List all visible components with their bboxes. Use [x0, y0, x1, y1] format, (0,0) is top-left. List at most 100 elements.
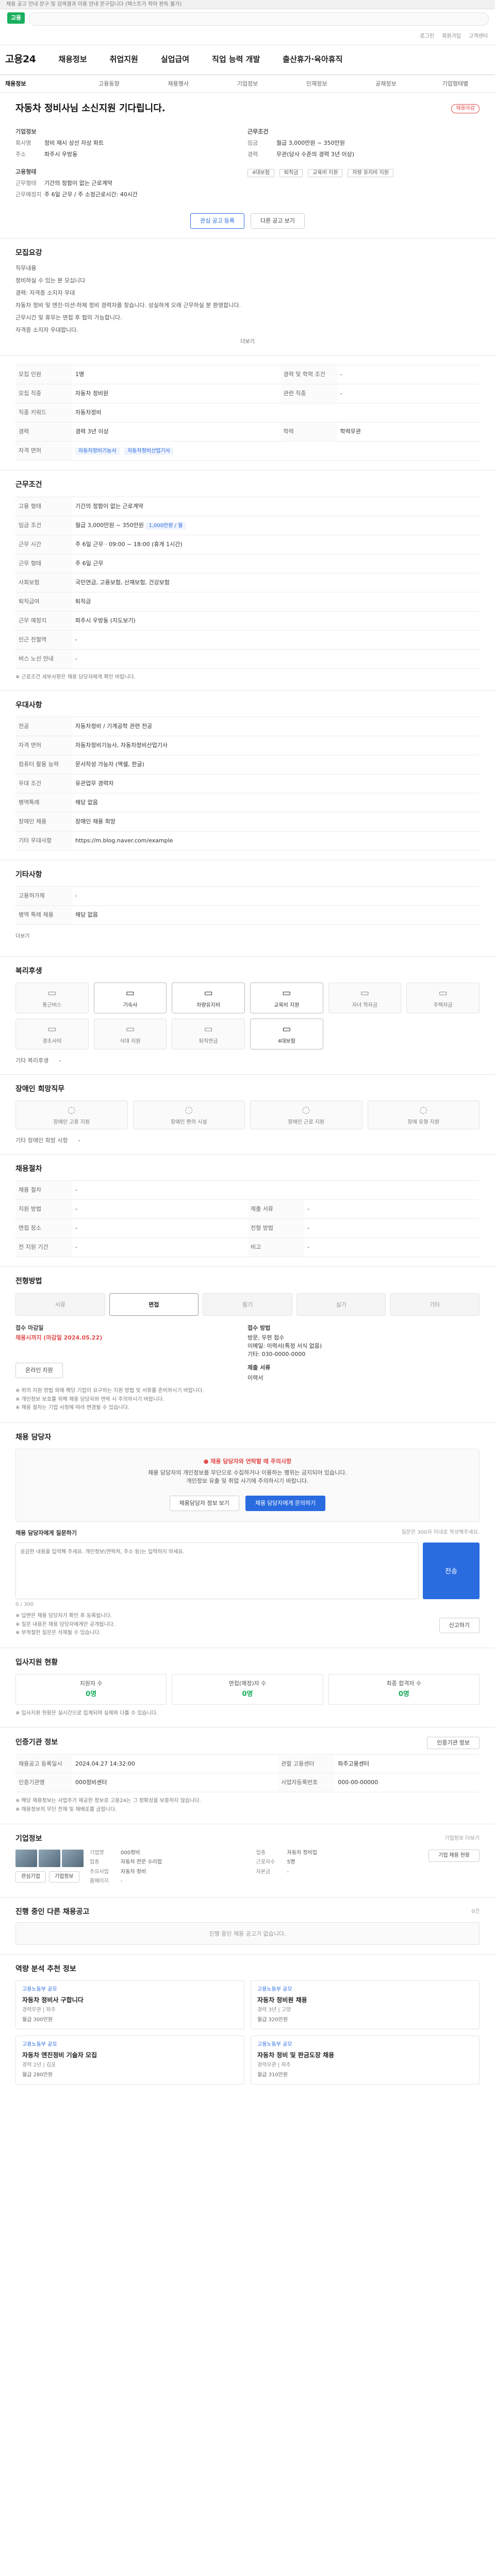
employer-name[interactable]: 정비 재시 상선 자상 파트: [44, 139, 248, 147]
recommend-card[interactable]: 고용노동부 공모 자동차 정비 및 판금도장 채용 경력무관 | 파주 월급 310만…: [251, 2036, 480, 2085]
meta-key: 업종: [90, 1859, 100, 1866]
online-apply-button[interactable]: 온라인 지원: [15, 1363, 63, 1379]
gnb-item-jobs[interactable]: 채용정보: [58, 54, 87, 65]
welfare-item: ▭ 자녀 학자금: [328, 982, 402, 1014]
lnb-item-6[interactable]: 기업형태별: [421, 80, 490, 88]
section-title: 우대사항: [15, 701, 42, 710]
meta-value: 자동차 전문 수리업: [121, 1859, 162, 1866]
apply-tab[interactable]: 필기: [203, 1293, 292, 1316]
login-link[interactable]: 로그인: [420, 33, 434, 39]
status-badge: 채용마감: [451, 104, 480, 114]
book-icon: ▭: [282, 987, 291, 998]
company-photo[interactable]: [39, 1849, 60, 1867]
manage-info-button[interactable]: 인증기관 정보: [427, 1736, 480, 1749]
rec-title[interactable]: 자동차 정비원 채용: [257, 1996, 473, 2005]
stat-row: 지원자 수 0명 면접(예정)자 수 0명 최종 합격자 수 0명: [15, 1674, 480, 1705]
rec-title[interactable]: 자동차 엔진정비 기술자 모집: [22, 2051, 238, 2060]
question-input[interactable]: [15, 1542, 419, 1599]
rec-meta: 경력무관 | 파주: [22, 2007, 56, 2013]
career-value: 무관(당사 수준의 경력 3년 이상): [276, 150, 355, 158]
employment-label: 고용형태: [15, 168, 37, 175]
lnb-item-4[interactable]: 인재정보: [282, 80, 351, 88]
compare-button[interactable]: 다른 공고 보기: [251, 213, 305, 229]
welfare-item: ▭ 경조사비: [15, 1019, 89, 1050]
rec-title[interactable]: 자동차 정비사 구합니다: [22, 1996, 238, 2005]
cell-value: 2024.04.27 14:32:00: [72, 1754, 278, 1773]
disability-label: 장애 유형 지원: [407, 1120, 440, 1126]
cell-value: -: [72, 1238, 248, 1258]
recommendations: 역량 분석 추천 정보 고용노동부 공모 자동차 정비사 구합니다 경력무관 | 파…: [0, 1955, 495, 2094]
external-link[interactable]: https://m.blog.naver.com/example: [72, 831, 480, 851]
show-contact-button[interactable]: 채용담당자 정보 보기: [169, 1495, 239, 1511]
disability-label: 장애인 고용 지원: [53, 1120, 90, 1126]
cell-value: 월급 3,000만원 ~ 350만원 1,000만원 / 월: [72, 515, 480, 535]
interest-button[interactable]: 관심 공고 등록: [190, 213, 244, 229]
stat-label: 면접(예정)자 수: [228, 1680, 267, 1687]
meta-value: -: [287, 1869, 289, 1875]
more-link[interactable]: 더보기: [15, 933, 480, 941]
apply-tab[interactable]: 면접: [109, 1293, 199, 1316]
site-logo[interactable]: 고용: [7, 12, 25, 24]
header-search-input[interactable]: [29, 12, 489, 26]
gnb-item-support[interactable]: 취업지원: [110, 54, 138, 65]
help-link[interactable]: 고객센터: [469, 33, 488, 39]
employer-name-key: 회사명: [15, 140, 31, 147]
cell-value: 자동차정비기능사, 자동차정비산업기사: [72, 736, 480, 755]
note-line: ※ 개인정보 보호를 위해 채용 담당자와 연락 시 주의하시기 바랍니다.: [15, 1396, 164, 1402]
disability-item: ◌ 장애인 편의 시설: [133, 1100, 245, 1130]
company-jobs-button[interactable]: 기업 채용 현황: [428, 1849, 480, 1862]
method-label: 접수 방법: [248, 1324, 271, 1331]
cell-key: 전 지원 기간: [15, 1238, 72, 1258]
table-row: 임금 조건 월급 3,000만원 ~ 350만원 1,000만원 / 월: [15, 515, 480, 535]
report-button[interactable]: 신고하기: [439, 1617, 480, 1633]
table-row: 직종 키워드 자동차정비: [15, 403, 480, 422]
welfare-label: 식대 지원: [120, 1038, 141, 1044]
cell-value: 해당 없음: [72, 905, 480, 925]
etc-table: 고용허가제 - 병역 특례 채용 해당 없음: [15, 886, 480, 925]
gnb-item-benefit[interactable]: 실업급여: [161, 54, 189, 65]
cell-value: 000-00-00000: [335, 1773, 480, 1793]
company-photo[interactable]: [62, 1849, 84, 1867]
ask-contact-button[interactable]: 채용 담당자에게 문의하기: [245, 1495, 326, 1511]
lnb-item-0[interactable]: 채용정보: [5, 80, 74, 88]
gnb-item-leave[interactable]: 출산휴가·육아휴직: [283, 54, 342, 65]
recommend-card[interactable]: 고용노동부 공모 자동차 정비사 구합니다 경력무관 | 파주 월급 300만원: [15, 1980, 244, 2030]
lnb-item-1[interactable]: 고용동향: [74, 80, 143, 88]
company-detail-button[interactable]: 기업정보: [48, 1871, 79, 1883]
brand-title[interactable]: 고용24: [5, 53, 36, 67]
gnb-item-training[interactable]: 직업 능력 개발: [212, 54, 260, 65]
cell-value: 파주고용센터: [335, 1754, 480, 1773]
join-link[interactable]: 회원가입: [442, 33, 461, 39]
lnb-item-2[interactable]: 채용행사: [144, 80, 213, 88]
follow-company-button[interactable]: 관심기업: [15, 1871, 46, 1883]
rec-meta: 경력무관 | 파주: [257, 2062, 291, 2069]
header-util: 로그인 회원가입 고객센터: [414, 33, 488, 41]
send-button[interactable]: 전송: [423, 1542, 480, 1599]
rec-org: 고용노동부 공모: [22, 2042, 57, 2048]
recommend-card[interactable]: 고용노동부 공모 자동차 정비원 채용 경력 3년 | 고양 월급 320만원: [251, 1980, 480, 2030]
work-note: ※ 근로조건 세부사항은 채용 담당자에게 확인 바랍니다.: [15, 674, 136, 680]
apply-tab[interactable]: 서류: [15, 1293, 105, 1316]
map-link[interactable]: 파주시 우방동 (지도보기): [72, 611, 480, 631]
cell-value: 장애인 채용 희망: [72, 812, 480, 832]
recommend-card[interactable]: 고용노동부 공모 자동차 엔진정비 기술자 모집 경력 2년 | 김포 월급 280만…: [15, 2036, 244, 2085]
stat-value: 0명: [86, 1690, 97, 1698]
apply-method: 이메일: 이력서(특정 서식 없음): [248, 1343, 322, 1350]
lnb-item-5[interactable]: 공채정보: [351, 80, 420, 88]
meta-key: 근로자수: [256, 1859, 275, 1866]
rec-title[interactable]: 자동차 정비 및 판금도장 채용: [257, 2051, 473, 2060]
apply-tab[interactable]: 기타: [390, 1293, 480, 1316]
company-more-link[interactable]: 기업정보 더보기: [444, 1835, 480, 1843]
apply-tab[interactable]: 실기: [296, 1293, 386, 1316]
cell-key: 사회보험: [15, 573, 72, 592]
table-row: 컴퓨터 활용 능력 문서작성 가능자 (엑셀, 한글): [15, 755, 480, 774]
table-row: 면접 장소 - 전형 방법 -: [15, 1218, 480, 1238]
warning-line: 채용 담당자의 개인정보를 무단으로 수집하거나 이용하는 행위는 금지되어 있…: [148, 1469, 347, 1476]
lnb-item-3[interactable]: 기업정보: [213, 80, 282, 88]
welfare-label: 주택자금: [433, 1002, 453, 1008]
cell-value: 000정비센터: [72, 1773, 278, 1793]
meta-key: 주요사업: [90, 1869, 109, 1875]
more-link[interactable]: 더보기: [15, 338, 480, 346]
section-title: 기업정보: [15, 1835, 42, 1843]
company-photo[interactable]: [15, 1849, 37, 1867]
